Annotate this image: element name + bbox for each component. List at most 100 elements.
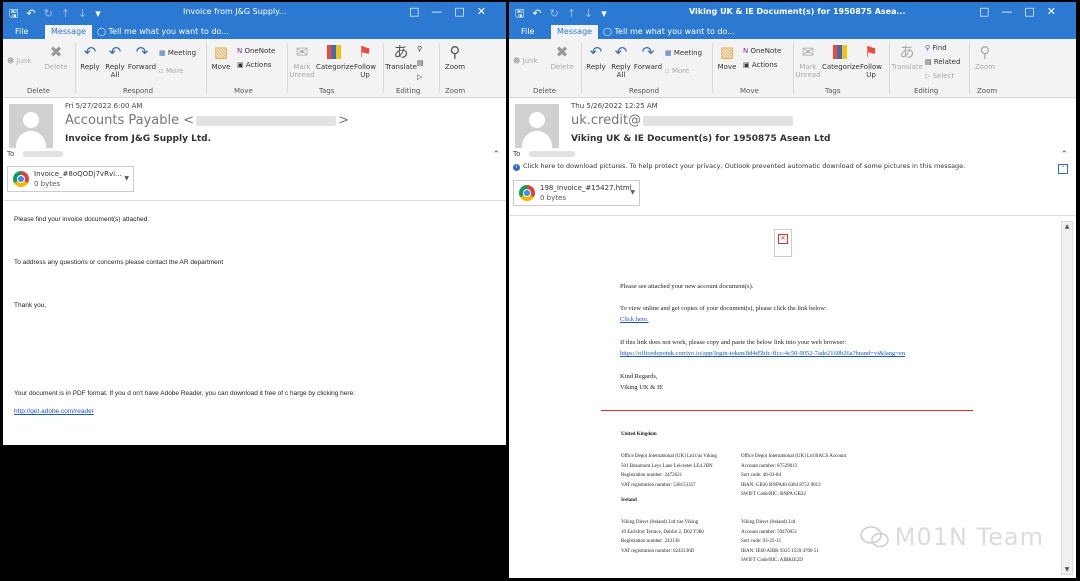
junk-button[interactable]: ☻ Junk (513, 57, 538, 65)
meeting-button[interactable]: ▦ Meeting (665, 49, 702, 57)
up-arrow-icon[interactable]: ↑ (567, 7, 584, 20)
watermark: M01N Team (894, 523, 1044, 551)
follow-up-button[interactable]: ⚑ Follow Up (858, 43, 884, 79)
customize-qat-icon[interactable]: ▾ (95, 7, 109, 20)
move-button[interactable]: ▧ Move (714, 43, 740, 71)
categorize-button[interactable]: Categorize (316, 43, 354, 71)
tell-me-box[interactable]: ◯ Tell me what you want to do... (97, 25, 229, 39)
ribbon-tabs: File Message ◯ Tell me what you want to … (509, 24, 1076, 39)
forward-button[interactable]: ↷ Forward (127, 43, 157, 71)
redo-icon[interactable]: ↻ (550, 7, 567, 20)
scroll-down-icon[interactable]: ▼ (1062, 566, 1072, 573)
find-search-small-icon[interactable]: ⚲ (417, 45, 422, 53)
ribbon-tabs: File Message ◯ Tell me what you want to … (3, 24, 506, 39)
close-icon[interactable]: ✕ (1047, 5, 1068, 18)
ribbon-display-icon[interactable]: □ (979, 5, 1001, 18)
collapse-header-icon[interactable]: ⌃ (492, 150, 500, 160)
actions-button[interactable]: ▣ Actions (237, 61, 271, 69)
title-bar: 🖫↶↻↑↓▾ Invoice from J&G Supply... □—□✕ (3, 2, 506, 24)
maximize-icon[interactable]: □ (1024, 5, 1046, 18)
save-icon[interactable]: 🖫 (515, 7, 532, 20)
close-icon[interactable]: ✕ (477, 5, 498, 18)
ribbon-display-icon[interactable]: □ (409, 5, 431, 18)
up-arrow-icon[interactable]: ↑ (61, 7, 78, 20)
reply-button[interactable]: ↶ Reply (77, 43, 103, 71)
junk-button[interactable]: ☻ Junk (7, 57, 32, 65)
down-arrow-icon[interactable]: ↓ (584, 7, 601, 20)
avatar (515, 104, 559, 148)
tab-file[interactable]: File (515, 25, 540, 39)
more-icon: ▫ (665, 67, 672, 75)
translate-icon: あ (899, 43, 915, 61)
received-date: Thu 5/26/2022 12:25 AM (571, 102, 658, 110)
reply-all-button[interactable]: ↶ Reply All (103, 43, 127, 79)
body-line: Please see attached your new account doc… (620, 283, 754, 290)
body-line: Viking UK & IE (620, 384, 664, 391)
scroll-up-icon[interactable]: ▲ (1062, 223, 1072, 230)
save-icon[interactable]: 🖫 (9, 7, 26, 20)
tell-me-box[interactable]: ◯ Tell me what you want to do... (603, 25, 735, 39)
translate-button[interactable]: あ Translate (891, 43, 923, 71)
select-button[interactable]: ▷ Select (925, 72, 954, 80)
footer-uk-bank: Office Depot International (UK) Ltd BACS… (741, 454, 847, 497)
infobar-collapse-icon[interactable]: ⌃ (1058, 164, 1068, 174)
reply-all-button[interactable]: ↶ Reply All (609, 43, 633, 79)
categorize-icon (833, 45, 847, 59)
delete-button[interactable]: ✖ Delete (41, 43, 71, 71)
more-button[interactable]: ▫ More (159, 67, 183, 75)
adobe-link[interactable]: http://get.adobe.com/reader (14, 408, 94, 415)
more-button[interactable]: ▫ More (665, 67, 689, 75)
follow-up-button[interactable]: ⚑ Follow Up (352, 43, 378, 79)
tab-message[interactable]: Message (45, 25, 93, 39)
undo-icon[interactable]: ↶ (532, 7, 549, 20)
magnifier-icon: ⚲ (979, 43, 991, 61)
select-small-icon[interactable]: ▷ (417, 73, 422, 81)
onenote-button[interactable]: N OneNote (743, 47, 781, 55)
footer-ie-company: Viking Direct (Ireland) Ltd t/as Viking … (621, 520, 704, 554)
tab-file[interactable]: File (9, 25, 34, 39)
collapse-header-icon[interactable]: ⌃ (1060, 150, 1068, 160)
actions-button[interactable]: ▣ Actions (743, 61, 777, 69)
attachment-card[interactable]: 198_Invoice_#15427.html 0 bytes ▼ (513, 180, 640, 206)
group-label-zoom: Zoom (445, 87, 466, 95)
tab-message[interactable]: Message (551, 25, 599, 39)
delete-button[interactable]: ✖ Delete (547, 43, 577, 71)
zoom-button[interactable]: ⚲ Zoom (971, 43, 999, 71)
chevron-down-icon[interactable]: ▼ (124, 175, 129, 182)
maximize-icon[interactable]: □ (454, 5, 476, 18)
undo-icon[interactable]: ↶ (26, 7, 43, 20)
body-line: Kind Regards, (620, 373, 658, 380)
move-button[interactable]: ▧ Move (208, 43, 234, 71)
sender[interactable]: Accounts Payable < > (65, 113, 349, 128)
download-pictures-infobar[interactable]: i Click here to download pictures. To hel… (513, 162, 965, 171)
redo-icon[interactable]: ↻ (44, 7, 61, 20)
zoom-button[interactable]: ⚲ Zoom (441, 43, 469, 71)
related-button[interactable]: ▤ Related (925, 58, 960, 66)
mark-unread-button[interactable]: ✉ Mark Unread (289, 43, 315, 79)
message-header: Fri 5/27/2022 6:00 AM Accounts Payable <… (3, 98, 506, 192)
down-arrow-icon[interactable]: ↓ (78, 7, 95, 20)
meeting-button[interactable]: ▦ Meeting (159, 49, 196, 57)
sender[interactable]: uk.credit@ (571, 113, 794, 128)
chrome-icon (519, 185, 535, 201)
customize-qat-icon[interactable]: ▾ (601, 7, 615, 20)
categorize-button[interactable]: Categorize (822, 43, 860, 71)
body-line: If this link does not work, please copy … (620, 339, 847, 346)
mark-unread-button[interactable]: ✉ Mark Unread (795, 43, 821, 79)
find-button[interactable]: ⚲ Find (925, 44, 947, 52)
group-label-tags: Tags (825, 87, 841, 95)
forward-button[interactable]: ↷ Forward (633, 43, 663, 71)
chevron-down-icon[interactable]: ▼ (630, 189, 635, 196)
minimize-icon[interactable]: — (1001, 5, 1024, 18)
phishing-url-link[interactable]: https://officedepotuk.corrivo.io/app/log… (620, 350, 905, 357)
onenote-button[interactable]: N OneNote (237, 47, 275, 55)
reply-button[interactable]: ↶ Reply (583, 43, 609, 71)
minimize-icon[interactable]: — (431, 5, 454, 18)
vertical-scrollbar[interactable]: ▲ ▼ (1061, 221, 1073, 575)
related-small-icon[interactable]: ▤ (417, 59, 424, 67)
click-here-link[interactable]: Click here. (620, 316, 649, 323)
attachment-name: 198_Invoice_#15427.html (540, 184, 632, 192)
attachment-card[interactable]: Invoice_#8oQODj7vRvi... 0 bytes ▼ (7, 166, 134, 192)
translate-button[interactable]: あ Translate (385, 43, 417, 71)
title-bar: 🖫↶↻↑↓▾ Viking UK & IE Document(s) for 19… (509, 2, 1076, 24)
